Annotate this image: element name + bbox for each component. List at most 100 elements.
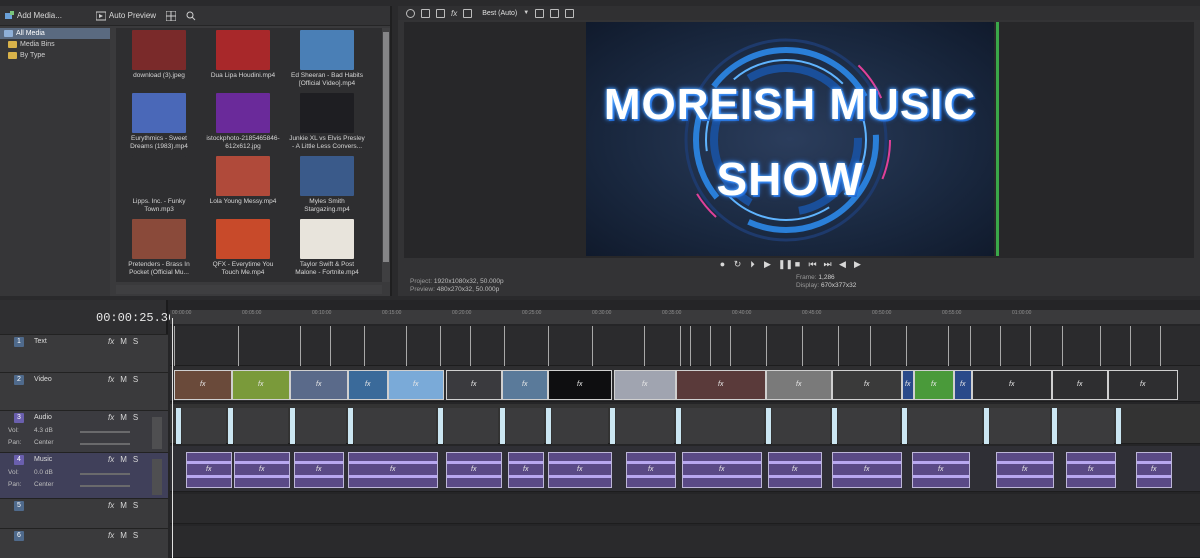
music-track-row[interactable]: fx fx fx fx fx fx fx fx fx fx fx fx fx fx fx xyxy=(170,446,1200,492)
video-clip[interactable]: fx xyxy=(502,370,548,400)
audio-clip-fade[interactable] xyxy=(676,408,681,444)
text-event-marker[interactable] xyxy=(1062,326,1063,366)
music-clip[interactable]: fx xyxy=(832,452,902,488)
video-clip[interactable]: fx xyxy=(388,370,444,400)
play-icon[interactable]: ▶ xyxy=(763,260,772,269)
previous-frame-icon[interactable]: ◀ xyxy=(838,260,847,269)
text-event-marker[interactable] xyxy=(948,326,949,366)
clip-fx-icon[interactable]: fx xyxy=(316,466,321,473)
track-header-2[interactable]: 2 Video fx M S xyxy=(0,372,168,410)
clip-fx-icon[interactable]: fx xyxy=(1022,466,1027,473)
track-fx-button[interactable]: fx xyxy=(108,531,114,540)
chevron-down-icon[interactable]: ▼ xyxy=(523,10,529,16)
mute-button[interactable]: M xyxy=(120,413,127,422)
go-to-end-icon[interactable]: ⏭ xyxy=(823,260,832,269)
audio-clip-fade[interactable] xyxy=(610,408,615,444)
audio-clip-fade[interactable] xyxy=(766,408,771,444)
track-fx-button[interactable]: fx xyxy=(108,337,114,346)
media-item[interactable]: Myles Smith Stargazing.mp4 xyxy=(288,156,366,217)
track-5-row[interactable] xyxy=(170,494,1200,524)
audio-clip-fade[interactable] xyxy=(1116,408,1121,444)
audio-clip[interactable] xyxy=(990,408,1050,444)
text-event-marker[interactable] xyxy=(548,326,549,366)
video-clip[interactable]: fx xyxy=(914,370,954,400)
track-header-1[interactable]: 1 Text fx M S xyxy=(0,334,168,372)
music-clip[interactable]: fx xyxy=(446,452,502,488)
media-item[interactable]: QFX - Everytime You Touch Me.mp4 xyxy=(204,219,282,280)
text-event-marker[interactable] xyxy=(406,326,407,366)
clip-fx-icon[interactable]: fx xyxy=(960,381,965,388)
text-event-marker[interactable] xyxy=(802,326,803,366)
video-clip[interactable]: fx xyxy=(954,370,972,400)
text-event-marker[interactable] xyxy=(1000,326,1001,366)
media-item[interactable]: download (3).jpeg xyxy=(120,30,198,91)
clip-fx-icon[interactable]: fx xyxy=(259,466,264,473)
save-snapshot-icon[interactable] xyxy=(565,8,575,18)
external-monitor-icon[interactable] xyxy=(421,8,430,18)
music-clip[interactable]: fx xyxy=(768,452,822,488)
text-event-marker[interactable] xyxy=(504,326,505,366)
clip-fx-icon[interactable]: fx xyxy=(1151,466,1156,473)
music-clip[interactable]: fx xyxy=(294,452,344,488)
track-header-6[interactable]: 6 fx M S xyxy=(0,528,168,558)
search-button[interactable] xyxy=(186,11,196,21)
clip-fx-icon[interactable]: fx xyxy=(864,466,869,473)
text-event-marker[interactable] xyxy=(1130,326,1131,366)
solo-button[interactable]: S xyxy=(133,501,138,510)
snapshot-icon[interactable] xyxy=(550,8,560,18)
add-media-button[interactable]: Add Media... xyxy=(4,10,62,21)
audio-clip[interactable] xyxy=(444,408,498,444)
loop-icon[interactable]: ↻ xyxy=(733,260,742,269)
track-fx-button[interactable]: fx xyxy=(108,501,114,510)
mute-button[interactable]: M xyxy=(120,455,127,464)
audio-clip-fade[interactable] xyxy=(1052,408,1057,444)
video-track-row[interactable]: fx fx fx fx fx fx fx fx fx fx fx fx fx fx fx fx fx fx xyxy=(170,366,1200,402)
clip-fx-icon[interactable]: fx xyxy=(200,381,205,388)
music-clip[interactable]: fx xyxy=(912,452,970,488)
audio-clip-fade[interactable] xyxy=(546,408,551,444)
music-clip[interactable]: fx xyxy=(186,452,232,488)
text-event-marker[interactable] xyxy=(440,326,441,366)
audio-clip[interactable] xyxy=(234,408,288,444)
track-header-5[interactable]: 5 fx M S xyxy=(0,498,168,528)
text-event-marker[interactable] xyxy=(238,326,239,366)
mute-button[interactable]: M xyxy=(120,501,127,510)
media-item[interactable]: Junkie XL vs Elvis Presley - A Little Le… xyxy=(288,93,366,154)
settings-icon[interactable] xyxy=(406,8,415,18)
clip-fx-icon[interactable]: fx xyxy=(206,466,211,473)
video-clip[interactable]: fx xyxy=(348,370,388,400)
tree-item-by-type[interactable]: By Type xyxy=(0,50,110,61)
mute-button[interactable]: M xyxy=(120,337,127,346)
text-event-marker[interactable] xyxy=(970,326,971,366)
next-frame-icon[interactable]: ▶ xyxy=(853,260,862,269)
audio-clip[interactable] xyxy=(682,408,764,444)
music-clip[interactable]: fx xyxy=(1136,452,1172,488)
copy-frame-icon[interactable] xyxy=(436,8,445,18)
text-event-marker[interactable] xyxy=(592,326,593,366)
clip-fx-icon[interactable]: fx xyxy=(471,381,476,388)
solo-button[interactable]: S xyxy=(133,337,138,346)
clip-fx-icon[interactable]: fx xyxy=(792,466,797,473)
video-clip[interactable]: fx xyxy=(832,370,902,400)
music-clip[interactable]: fx xyxy=(548,452,612,488)
music-clip[interactable]: fx xyxy=(626,452,676,488)
solo-button[interactable]: S xyxy=(133,413,138,422)
clip-fx-icon[interactable]: fx xyxy=(1088,466,1093,473)
clip-fx-icon[interactable]: fx xyxy=(413,381,418,388)
play-from-start-icon[interactable]: ⏵ xyxy=(748,260,757,269)
audio-clip-fade[interactable] xyxy=(228,408,233,444)
clip-fx-icon[interactable]: fx xyxy=(718,381,723,388)
text-event-marker[interactable] xyxy=(330,326,331,366)
track-6-row[interactable] xyxy=(170,526,1200,558)
media-horizontal-scrollbar[interactable] xyxy=(116,285,382,294)
audio-clip-fade[interactable] xyxy=(832,408,837,444)
track-header-3[interactable]: 3 Audio fx M S Vol: 4.3 dB Pan: Center xyxy=(0,410,168,452)
clip-fx-icon[interactable]: fx xyxy=(642,381,647,388)
volume-slider[interactable] xyxy=(80,473,130,475)
clip-fx-icon[interactable]: fx xyxy=(1009,381,1014,388)
audio-clip[interactable] xyxy=(354,408,436,444)
video-clip[interactable]: fx xyxy=(902,370,914,400)
audio-clip-fade[interactable] xyxy=(176,408,181,444)
audio-clip[interactable] xyxy=(552,408,608,444)
view-toggle-button[interactable] xyxy=(165,10,177,21)
